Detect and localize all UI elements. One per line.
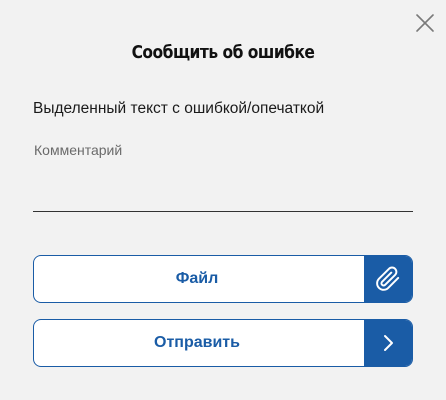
comment-field-wrapper: [33, 140, 413, 212]
chevron-right-icon: [384, 335, 393, 351]
attach-file-button[interactable]: Файл: [33, 255, 413, 303]
dialog-title: Сообщить об ошибке: [131, 42, 315, 63]
attach-file-label: Файл: [175, 270, 219, 287]
send-label: Отправить: [154, 334, 240, 351]
report-error-dialog: Сообщить об ошибке Выделенный текст с ош…: [0, 0, 446, 400]
comment-field[interactable]: [33, 140, 413, 212]
close-icon: [416, 14, 434, 32]
close-button[interactable]: [415, 13, 435, 33]
send-icon-box: [364, 320, 412, 366]
paperclip-icon: [376, 266, 400, 291]
selected-text: Выделенный текст с ошибкой/опечаткой: [33, 100, 325, 117]
attach-file-icon-box: [364, 256, 412, 302]
send-button[interactable]: Отправить: [33, 319, 413, 367]
